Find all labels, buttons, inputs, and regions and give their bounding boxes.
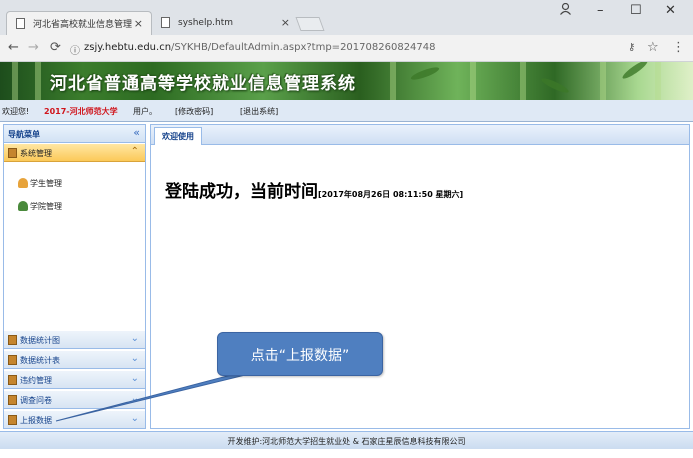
callout-bubble: 点击“上报数据” [217, 332, 383, 376]
callout-text: 点击“上报数据” [250, 348, 350, 364]
callout-pointer [55, 369, 267, 422]
